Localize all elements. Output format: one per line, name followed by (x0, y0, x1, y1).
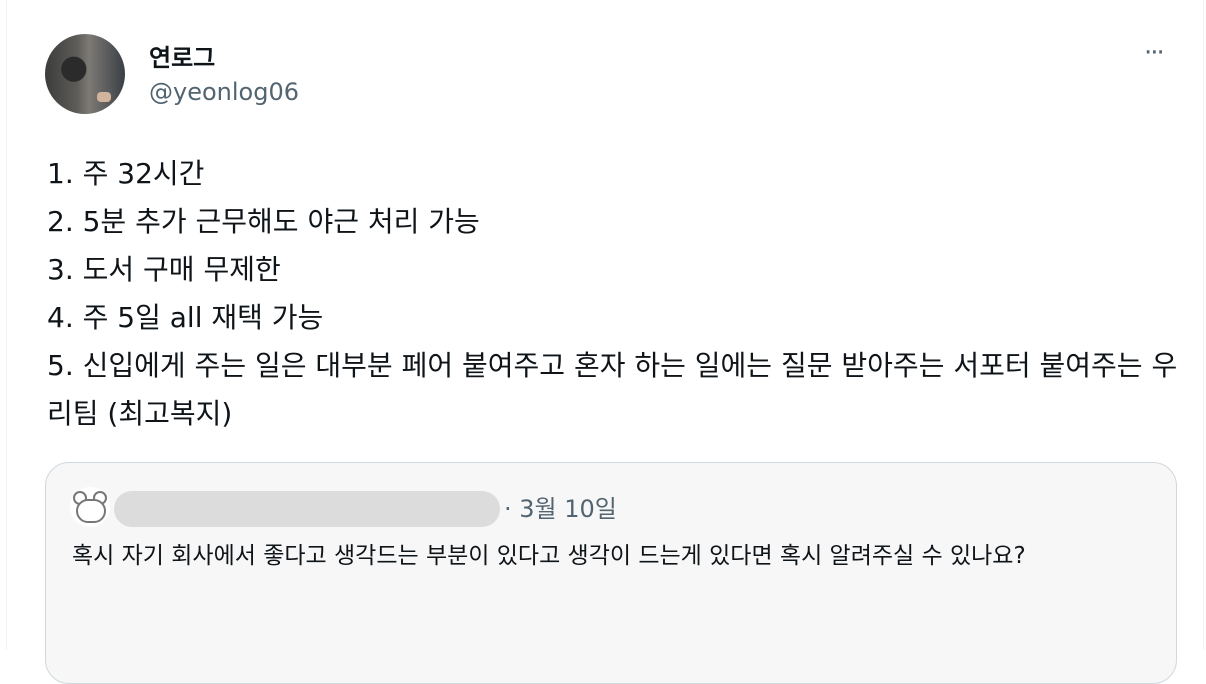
tweet-line: 1. 주 32시간 (47, 157, 205, 190)
more-options-icon[interactable]: ··· (1144, 38, 1165, 68)
quoted-username-blurred (114, 491, 500, 527)
tweet-line: 4. 주 5일 all 재택 가능 (47, 301, 324, 334)
quoted-avatar (70, 487, 110, 527)
profile-avatar[interactable] (45, 34, 125, 114)
tweet-text: 1. 주 32시간 2. 5분 추가 근무해도 야근 처리 가능 3. 도서 구… (47, 150, 1187, 438)
display-name[interactable]: 연로그 (149, 38, 215, 73)
quoted-text: 혹시 자기 회사에서 좋다고 생각드는 부분이 있다고 생각이 드는게 있다면 … (72, 543, 1026, 569)
tweet-line: 3. 도서 구매 무제한 (47, 253, 281, 286)
quoted-tweet[interactable]: · 3월 10일 혹시 자기 회사에서 좋다고 생각드는 부분이 있다고 생각이… (45, 462, 1177, 684)
quoted-date[interactable]: · 3월 10일 (504, 491, 617, 527)
user-handle[interactable]: @yeonlog06 (149, 78, 299, 106)
tweet-line: 5. 신입에게 주는 일은 대부분 페어 붙여주고 혼자 하는 일에는 질문 받… (47, 349, 1178, 430)
tweet-card: 연로그 @yeonlog06 ··· 1. 주 32시간 2. 5분 추가 근무… (6, 0, 1204, 684)
tweet-line: 2. 5분 추가 근무해도 야근 처리 가능 (47, 205, 480, 238)
